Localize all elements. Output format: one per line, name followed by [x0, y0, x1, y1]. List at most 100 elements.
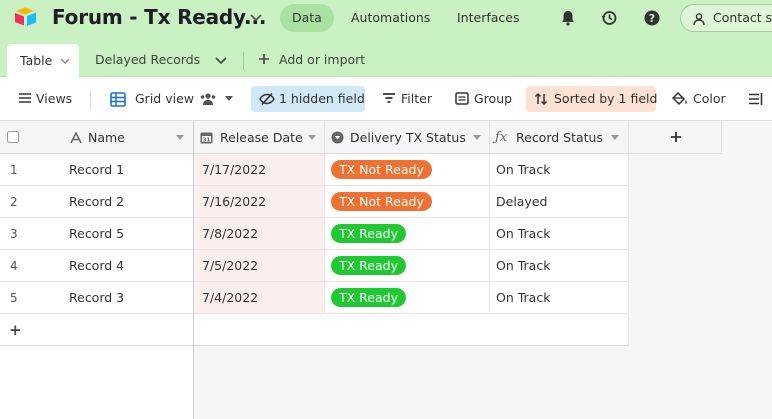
paint-bucket-icon: [672, 92, 687, 106]
chevron-down-icon[interactable]: [473, 135, 481, 141]
plus-icon[interactable]: +: [9, 321, 22, 339]
views-button[interactable]: Views: [18, 91, 72, 106]
record-status-cell[interactable]: On Track: [490, 218, 629, 249]
release-date-cell[interactable]: 7/5/2022: [194, 250, 325, 281]
group-button[interactable]: Group: [455, 91, 512, 106]
grid-left-pane: Name 1 Record 1 2 Record 2 3 Record 5 4 …: [0, 121, 194, 419]
release-date-cell[interactable]: 7/16/2022: [194, 186, 325, 217]
name-cell[interactable]: Record 3: [40, 282, 193, 313]
table-row[interactable]: 4 Record 4: [0, 250, 193, 282]
row-number: 4: [10, 259, 18, 273]
history-icon[interactable]: [600, 9, 618, 27]
status-badge: TX Not Ready: [331, 160, 432, 179]
delivery-status-cell[interactable]: TX Not Ready: [325, 186, 490, 217]
table-row[interactable]: 2 Record 2: [0, 186, 193, 218]
record-status-cell[interactable]: On Track: [490, 250, 629, 281]
grid-header-row: 31 Release Date Delivery TX Status ƒx Re…: [194, 121, 722, 154]
row-height-icon[interactable]: [748, 93, 764, 105]
views-label: Views: [36, 91, 73, 106]
add-record-row[interactable]: [194, 314, 629, 346]
app-header: Forum - Tx Ready... Data Automations Int…: [0, 0, 772, 38]
add-or-import-button[interactable]: Add or import: [258, 52, 365, 67]
calendar-icon: 31: [200, 132, 213, 144]
plus-icon: [259, 54, 269, 64]
chevron-down-icon[interactable]: [60, 57, 70, 65]
grid-right-pane: 31 Release Date Delivery TX Status ƒx Re…: [194, 121, 772, 419]
contact-sales-button[interactable]: Contact sa: [680, 4, 772, 32]
tab-table[interactable]: Table: [7, 44, 79, 78]
color-label: Color: [693, 91, 726, 106]
hamburger-icon: [19, 93, 31, 103]
delivery-status-cell[interactable]: TX Ready: [325, 250, 490, 281]
release-date-cell[interactable]: 7/4/2022: [194, 282, 325, 313]
status-badge: TX Ready: [331, 256, 406, 275]
grid-icon: [110, 92, 126, 107]
group-icon: [455, 92, 469, 105]
name-cell[interactable]: Record 4: [40, 250, 193, 281]
table-row[interactable]: 7/4/2022 TX Ready On Track: [194, 282, 629, 314]
record-status-cell[interactable]: On Track: [490, 154, 629, 185]
chevron-down-icon[interactable]: [308, 135, 316, 141]
chevron-down-icon[interactable]: [248, 9, 264, 25]
tables-bar: Table Delayed Records Add or import: [0, 38, 772, 78]
hidden-fields-button[interactable]: 1 hidden field: [251, 86, 365, 112]
filter-button[interactable]: Filter: [382, 91, 432, 106]
base-title[interactable]: Forum - Tx Ready...: [52, 5, 266, 29]
eye-slash-icon: [259, 92, 275, 106]
name-cell[interactable]: Record 1: [40, 154, 193, 185]
table-row[interactable]: 7/16/2022 TX Not Ready Delayed: [194, 186, 629, 218]
delivery-status-cell[interactable]: TX Not Ready: [325, 154, 490, 185]
filter-icon: [383, 93, 395, 103]
grid-view-button[interactable]: Grid view: [110, 91, 194, 107]
select-all-cell[interactable]: [0, 121, 40, 153]
status-badge: TX Ready: [331, 288, 406, 307]
delivery-status-cell[interactable]: TX Ready: [325, 218, 490, 249]
table-row[interactable]: 5 Record 3: [0, 282, 193, 314]
checkbox-icon[interactable]: [7, 131, 19, 143]
record-status-cell[interactable]: On Track: [490, 282, 629, 313]
column-header-name[interactable]: Name: [40, 121, 193, 153]
grid-view-label: Grid view: [135, 91, 194, 106]
chevron-down-icon[interactable]: [215, 56, 227, 66]
add-import-label: Add or import: [279, 52, 366, 67]
airtable-logo-icon[interactable]: [14, 6, 40, 28]
color-button[interactable]: Color: [672, 91, 726, 106]
table-row[interactable]: 7/17/2022 TX Not Ready On Track: [194, 154, 629, 186]
nav-automations[interactable]: Automations: [339, 4, 442, 32]
chevron-down-icon[interactable]: [611, 135, 619, 141]
table-row[interactable]: 7/5/2022 TX Ready On Track: [194, 250, 629, 282]
release-date-cell[interactable]: 7/17/2022: [194, 154, 325, 185]
nav-interfaces[interactable]: Interfaces: [445, 4, 531, 32]
column-header-delivery-tx-status[interactable]: Delivery TX Status: [325, 121, 490, 153]
nav-data[interactable]: Data: [280, 4, 334, 32]
record-status-cell[interactable]: Delayed: [490, 186, 629, 217]
row-number: 5: [10, 291, 18, 305]
table-row[interactable]: 7/8/2022 TX Ready On Track: [194, 218, 629, 250]
tab-delayed-records[interactable]: Delayed Records: [95, 52, 200, 67]
name-cell[interactable]: Record 2: [40, 186, 193, 217]
single-select-icon: [331, 131, 344, 144]
delivery-status-cell[interactable]: TX Ready: [325, 282, 490, 313]
grid-header-row: Name: [0, 121, 193, 154]
chevron-down-icon[interactable]: [225, 96, 233, 102]
column-header-record-status[interactable]: ƒx Record Status: [490, 121, 629, 153]
chevron-down-icon[interactable]: [176, 135, 184, 141]
add-field-button[interactable]: [629, 121, 722, 153]
help-icon[interactable]: ?: [643, 9, 661, 27]
name-cell[interactable]: Record 5: [40, 218, 193, 249]
column-header-release-date[interactable]: 31 Release Date: [194, 121, 325, 153]
hidden-fields-label: 1 hidden field: [279, 91, 365, 106]
plus-icon: [671, 132, 681, 142]
formula-icon: ƒx: [495, 130, 508, 145]
row-number: 1: [10, 163, 18, 177]
sort-button[interactable]: Sorted by 1 field: [526, 86, 657, 112]
divider: [243, 52, 244, 70]
add-record-row[interactable]: +: [0, 314, 193, 346]
people-icon[interactable]: [199, 92, 217, 106]
release-date-cell[interactable]: 7/8/2022: [194, 218, 325, 249]
bell-icon[interactable]: [559, 9, 577, 27]
grid-area: Name 1 Record 1 2 Record 2 3 Record 5 4 …: [0, 121, 772, 419]
table-row[interactable]: 3 Record 5: [0, 218, 193, 250]
column-label: Release Date: [220, 130, 303, 145]
table-row[interactable]: 1 Record 1: [0, 154, 193, 186]
